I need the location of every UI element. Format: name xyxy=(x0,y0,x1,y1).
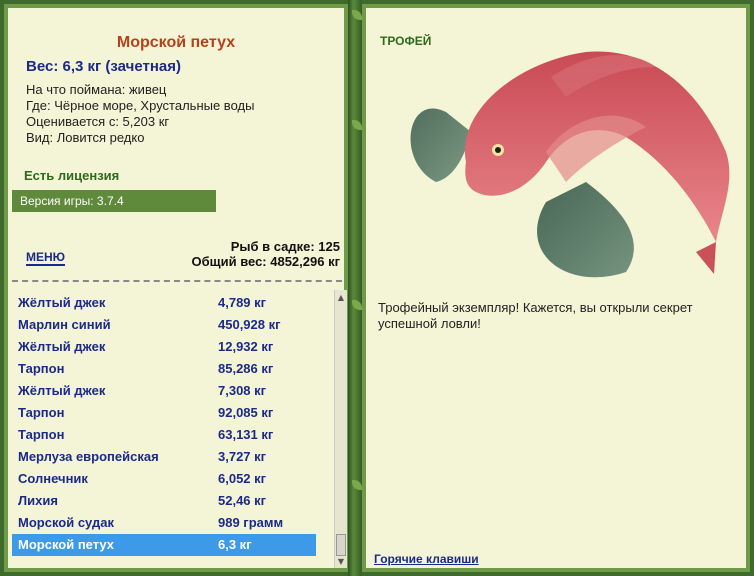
catch-fish-weight: 12,932 кг xyxy=(218,339,274,354)
catch-fish-weight: 989 грамм xyxy=(218,515,284,530)
catch-fish-weight: 6,3 кг xyxy=(218,537,252,552)
catch-fish-weight: 85,286 кг xyxy=(218,361,274,376)
catch-fish-weight: 3,727 кг xyxy=(218,449,267,464)
catch-row[interactable]: Мерлуза европейская 3,727 кг xyxy=(12,446,316,468)
fish-value: Оценивается с: 5,203 кг xyxy=(26,114,170,129)
catch-fish-weight: 4,789 кг xyxy=(218,295,267,310)
menu-button[interactable]: МЕНЮ xyxy=(26,250,66,266)
fish-image xyxy=(410,51,730,278)
catch-fish-name: Морской петух xyxy=(18,537,115,552)
catch-fish-name: Жёлтый джек xyxy=(18,339,106,354)
right-panel: ТРОФЕЙ Трофейный экземпляр! Кажется, вы … xyxy=(362,4,750,572)
menu-label: МЕНЮ xyxy=(26,250,66,266)
catch-fish-name: Мерлуза европейская xyxy=(18,449,159,464)
version-bar: Версия игры: 3.7.4 xyxy=(12,190,216,212)
scrollbar[interactable]: ▲ ▼ xyxy=(334,290,347,568)
scroll-thumb[interactable] xyxy=(336,534,346,556)
catch-row[interactable]: Морской петух 6,3 кг xyxy=(12,534,316,556)
scroll-up-icon[interactable]: ▲ xyxy=(335,292,347,304)
catch-row[interactable]: Тарпон 63,131 кг xyxy=(12,424,316,446)
fish-count: Рыб в садке: 125 xyxy=(230,239,340,254)
catch-row[interactable]: Жёлтый джек 12,932 кг xyxy=(12,336,316,358)
left-panel: Морской петух Вес: 6,3 кг (зачетная) На … xyxy=(4,4,348,572)
scroll-down-icon[interactable]: ▼ xyxy=(335,556,347,568)
license-status: Есть лицензия xyxy=(24,168,120,183)
divider xyxy=(12,280,342,282)
fish-rarity: Вид: Ловится редко xyxy=(26,130,145,145)
catch-fish-name: Морской судак xyxy=(18,515,114,530)
catch-row[interactable]: Жёлтый джек 4,789 кг xyxy=(12,292,316,314)
trophy-description: Трофейный экземпляр! Кажется, вы открыли… xyxy=(378,300,693,331)
catch-fish-weight: 63,131 кг xyxy=(218,427,274,442)
catch-fish-weight: 6,052 кг xyxy=(218,471,267,486)
catch-row[interactable]: Морской судак 989 грамм xyxy=(12,512,316,534)
catch-fish-name: Жёлтый джек xyxy=(18,383,106,398)
catch-fish-weight: 52,46 кг xyxy=(218,493,267,508)
catch-row[interactable]: Жёлтый джек 7,308 кг xyxy=(12,380,316,402)
hotkeys-link[interactable]: Горячие клавиши xyxy=(374,552,479,566)
fish-name: Морской петух xyxy=(116,34,236,51)
catch-row[interactable]: Тарпон 85,286 кг xyxy=(12,358,316,380)
catch-fish-weight: 92,085 кг xyxy=(218,405,274,420)
catch-fish-weight: 450,928 кг xyxy=(218,317,281,332)
catch-fish-name: Тарпон xyxy=(18,361,65,376)
fish-weight: Вес: 6,3 кг (зачетная) xyxy=(26,58,181,75)
fish-bait: На что поймана: живец xyxy=(26,82,167,97)
catch-fish-name: Тарпон xyxy=(18,405,65,420)
catch-row[interactable]: Марлин синий 450,928 кг xyxy=(12,314,316,336)
catch-fish-name: Жёлтый джек xyxy=(18,295,106,310)
catch-list[interactable]: Жёлтый джек 4,789 кг Марлин синий 450,928 к… xyxy=(12,288,334,568)
fish-location: Где: Чёрное море, Хрустальные воды xyxy=(26,98,255,113)
total-weight: Общий вес: 4852,296 кг xyxy=(191,254,340,269)
catch-fish-name: Марлин синий xyxy=(18,317,111,332)
catch-fish-weight: 7,308 кг xyxy=(218,383,267,398)
catch-fish-name: Солнечник xyxy=(18,471,88,486)
catch-row[interactable]: Тарпон 92,085 кг xyxy=(12,402,316,424)
catch-row[interactable]: Лихия 52,46 кг xyxy=(12,490,316,512)
catch-row[interactable]: Солнечник 6,052 кг xyxy=(12,468,316,490)
catch-fish-name: Лихия xyxy=(18,493,58,508)
catch-fish-name: Тарпон xyxy=(18,427,65,442)
